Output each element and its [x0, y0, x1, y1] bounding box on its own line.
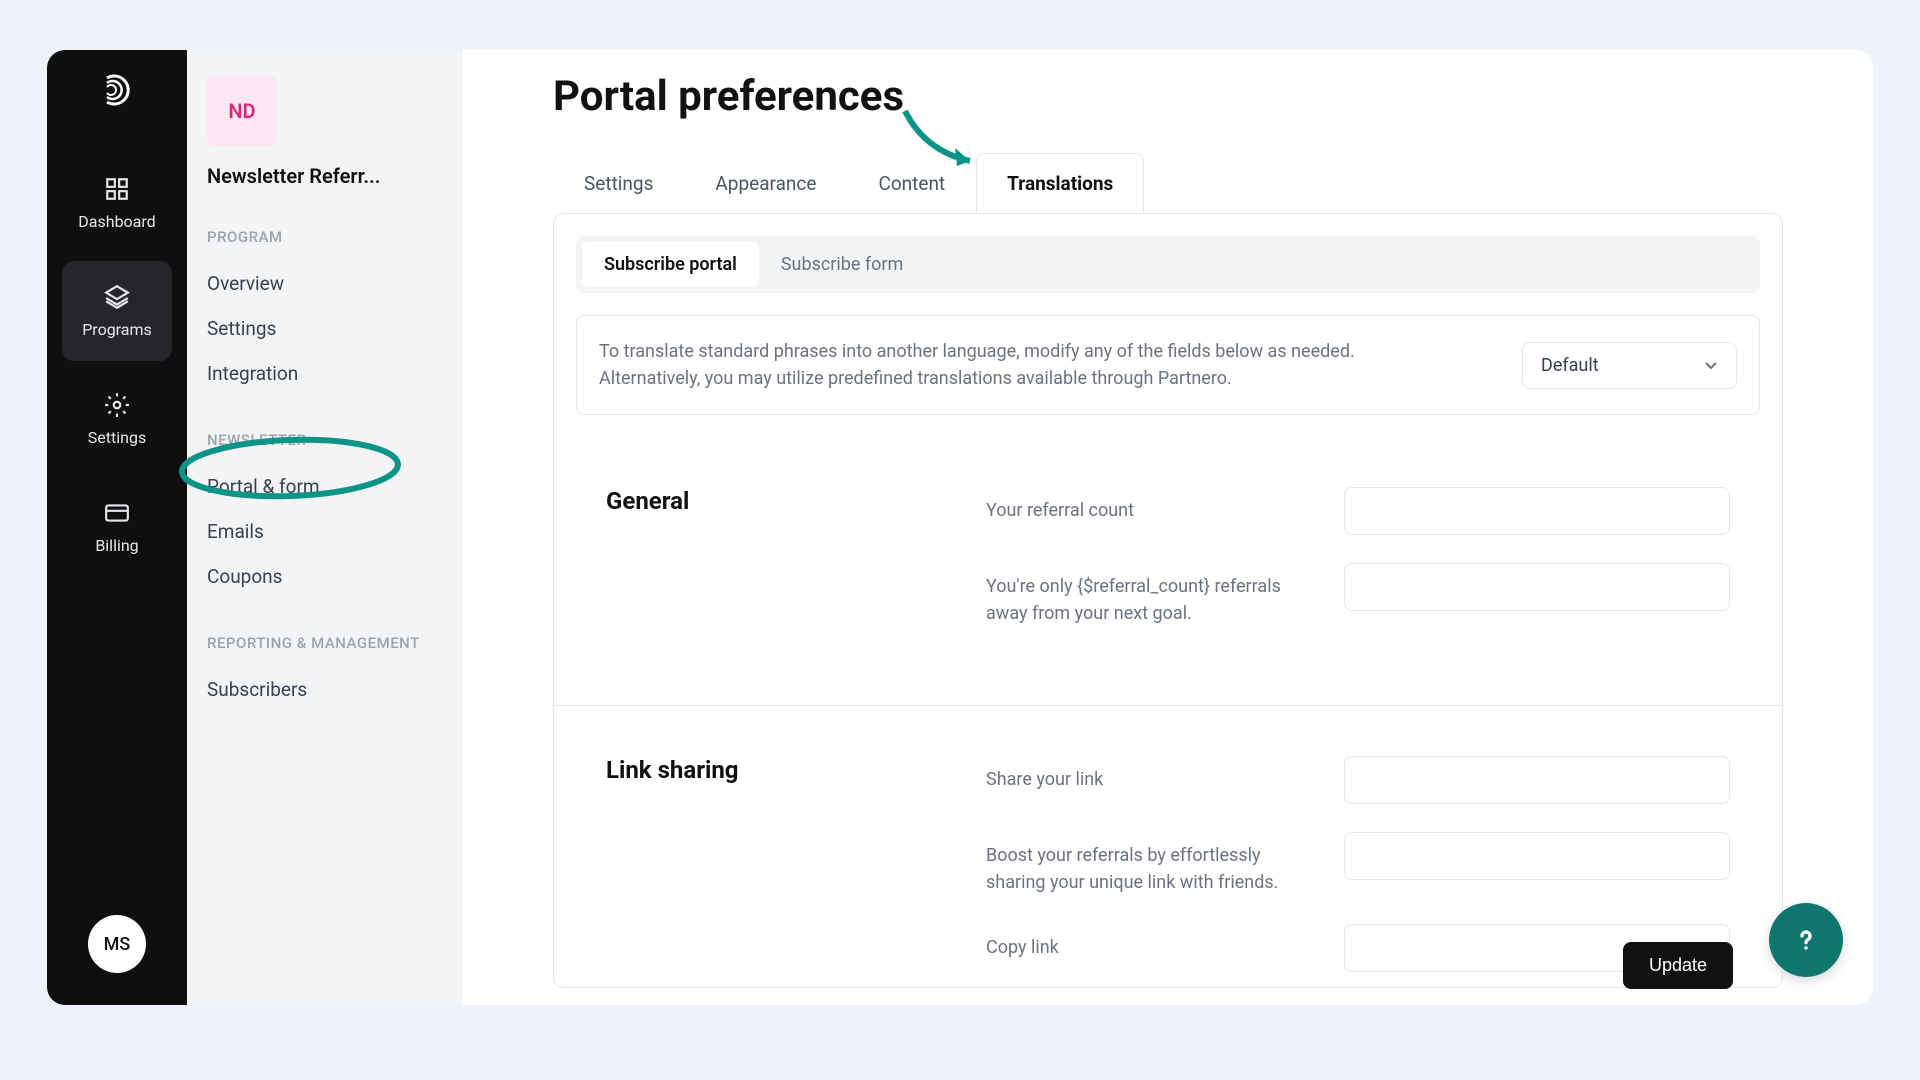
subtab-bar: Subscribe portal Subscribe form — [576, 236, 1760, 293]
field-referral-away-label: You're only {$referral_count} referrals … — [986, 563, 1316, 627]
nav-billing[interactable]: Billing — [62, 477, 172, 577]
program-name: Newsletter Referr... — [207, 164, 443, 188]
sidebar-overview[interactable]: Overview — [207, 261, 443, 306]
nav-billing-label: Billing — [95, 536, 138, 555]
user-initials: MS — [104, 934, 131, 955]
field-boost-label: Boost your referrals by effortlessly sha… — [986, 832, 1316, 896]
section-newsletter-label: NEWSLETTER — [207, 431, 443, 449]
tab-appearance[interactable]: Appearance — [684, 153, 847, 213]
help-icon — [1790, 924, 1822, 956]
nav-rail: Dashboard Programs Settings Billing MS — [47, 50, 187, 1005]
group-link-sharing-title: Link sharing — [606, 756, 986, 987]
language-selected: Default — [1541, 355, 1599, 376]
group-general: General Your referral count You're only … — [554, 437, 1782, 705]
dashboard-icon — [104, 176, 130, 202]
tab-settings[interactable]: Settings — [553, 153, 684, 213]
field-copy-label: Copy link — [986, 924, 1316, 961]
gear-icon — [104, 392, 130, 418]
section-program-label: PROGRAM — [207, 228, 443, 246]
nav-programs-label: Programs — [82, 320, 152, 339]
info-card: To translate standard phrases into anoth… — [576, 315, 1760, 415]
field-referral-count-input[interactable] — [1344, 487, 1730, 535]
tab-translations[interactable]: Translations — [976, 153, 1144, 213]
card-icon — [104, 500, 130, 526]
field-share-input[interactable] — [1344, 756, 1730, 804]
tab-row: Settings Appearance Content Translations — [553, 153, 1873, 214]
page-title: Portal preferences — [463, 50, 1873, 153]
main-content: Portal preferences Settings Appearance C… — [463, 50, 1873, 1005]
user-avatar[interactable]: MS — [88, 915, 146, 973]
sidebar-emails[interactable]: Emails — [207, 509, 443, 554]
content-card: Subscribe portal Subscribe form To trans… — [553, 213, 1783, 988]
update-button[interactable]: Update — [1623, 942, 1733, 989]
nav-settings-label: Settings — [88, 428, 146, 447]
field-boost-input[interactable] — [1344, 832, 1730, 880]
group-general-title: General — [606, 487, 986, 655]
info-text: To translate standard phrases into anoth… — [599, 338, 1399, 392]
layers-icon — [104, 284, 130, 310]
field-share-label: Share your link — [986, 756, 1316, 793]
help-button[interactable] — [1769, 903, 1843, 977]
field-referral-away-input[interactable] — [1344, 563, 1730, 611]
field-referral-count-label: Your referral count — [986, 487, 1316, 524]
sidebar: ND Newsletter Referr... PROGRAM Overview… — [187, 50, 463, 1005]
sidebar-integration[interactable]: Integration — [207, 351, 443, 396]
sidebar-settings[interactable]: Settings — [207, 306, 443, 351]
nav-settings[interactable]: Settings — [62, 369, 172, 469]
group-link-sharing: Link sharing Share your link Boost your … — [554, 705, 1782, 987]
subtab-subscribe-portal[interactable]: Subscribe portal — [582, 242, 759, 287]
tab-content[interactable]: Content — [847, 153, 976, 213]
section-reporting-label: REPORTING & MANAGEMENT — [207, 634, 443, 652]
nav-dashboard-label: Dashboard — [78, 212, 155, 231]
logo-icon — [99, 72, 135, 108]
language-select[interactable]: Default — [1522, 342, 1737, 389]
program-badge: ND — [207, 76, 277, 146]
sidebar-portal-form[interactable]: Portal & form — [207, 464, 443, 509]
subtab-subscribe-form[interactable]: Subscribe form — [759, 242, 925, 287]
nav-dashboard[interactable]: Dashboard — [62, 153, 172, 253]
nav-programs[interactable]: Programs — [62, 261, 172, 361]
chevron-down-icon — [1704, 358, 1718, 372]
sidebar-subscribers[interactable]: Subscribers — [207, 667, 443, 712]
sidebar-coupons[interactable]: Coupons — [207, 554, 443, 599]
